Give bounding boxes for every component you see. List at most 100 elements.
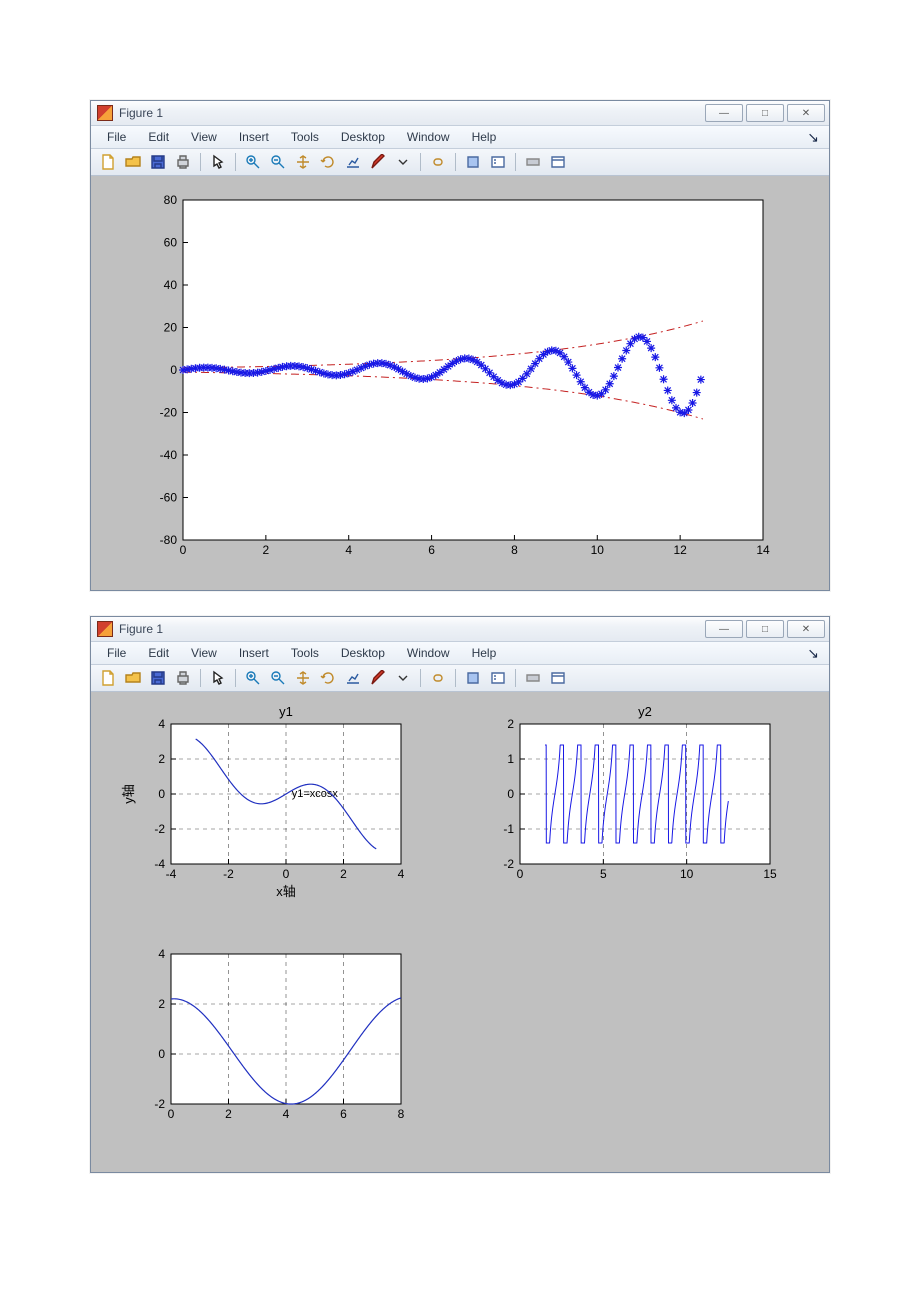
rotate-icon[interactable]: [317, 151, 339, 173]
menu-chevron-icon[interactable]: ↘: [797, 642, 823, 665]
svg-text:15: 15: [763, 867, 777, 881]
svg-text:2: 2: [340, 867, 347, 881]
brush-icon[interactable]: [367, 151, 389, 173]
svg-text:-2: -2: [154, 1097, 165, 1111]
svg-text:4: 4: [345, 543, 352, 557]
zoom-out-icon[interactable]: [267, 667, 289, 689]
minimize-button[interactable]: —: [705, 104, 743, 122]
close-button[interactable]: ✕: [787, 620, 825, 638]
plot-area-1: 02468101214-80-60-40-20020406080: [91, 176, 829, 590]
menu-desktop[interactable]: Desktop: [331, 127, 397, 147]
menu-edit[interactable]: Edit: [138, 643, 181, 663]
figure-window-1: Figure 1 — □ ✕ File Edit View Insert Too…: [90, 100, 830, 591]
menubar: File Edit View Insert Tools Desktop Wind…: [91, 642, 829, 665]
pointer-icon[interactable]: [207, 667, 229, 689]
menu-insert[interactable]: Insert: [229, 127, 281, 147]
menu-file[interactable]: File: [97, 643, 138, 663]
zoom-in-icon[interactable]: [242, 151, 264, 173]
svg-text:2: 2: [507, 717, 514, 731]
close-button[interactable]: ✕: [787, 104, 825, 122]
hide-icon[interactable]: [522, 667, 544, 689]
svg-text:60: 60: [164, 236, 178, 250]
svg-text:x轴: x轴: [276, 884, 296, 899]
titlebar[interactable]: Figure 1 — □ ✕: [91, 617, 829, 642]
data-cursor-icon[interactable]: [342, 151, 364, 173]
svg-text:0: 0: [180, 543, 187, 557]
new-file-icon[interactable]: [97, 667, 119, 689]
menu-tools[interactable]: Tools: [281, 127, 331, 147]
hide-icon[interactable]: [522, 151, 544, 173]
open-icon[interactable]: [122, 667, 144, 689]
open-icon[interactable]: [122, 151, 144, 173]
colorbar-icon[interactable]: [462, 151, 484, 173]
toolbar: [91, 149, 829, 176]
svg-text:4: 4: [398, 867, 405, 881]
axes-2-topleft: y1-4-2024-4-2024x轴y轴y1=xcosx: [111, 702, 421, 912]
svg-text:6: 6: [340, 1107, 347, 1121]
print-icon[interactable]: [172, 667, 194, 689]
menu-help[interactable]: Help: [462, 643, 509, 663]
svg-text:-2: -2: [503, 857, 514, 871]
brush-icon[interactable]: [367, 667, 389, 689]
dock-icon[interactable]: [547, 151, 569, 173]
svg-text:4: 4: [283, 1107, 290, 1121]
maximize-button[interactable]: □: [746, 104, 784, 122]
data-cursor-icon[interactable]: [342, 667, 364, 689]
new-file-icon[interactable]: [97, 151, 119, 173]
save-icon[interactable]: [147, 667, 169, 689]
colorbar-icon[interactable]: [462, 667, 484, 689]
svg-text:5: 5: [600, 867, 607, 881]
svg-text:-80: -80: [160, 533, 178, 547]
maximize-button[interactable]: □: [746, 620, 784, 638]
pointer-icon[interactable]: [207, 151, 229, 173]
svg-text:-4: -4: [166, 867, 177, 881]
svg-text:14: 14: [756, 543, 770, 557]
svg-text:y轴: y轴: [121, 784, 136, 804]
pan-icon[interactable]: [292, 151, 314, 173]
menu-edit[interactable]: Edit: [138, 127, 181, 147]
svg-text:0: 0: [507, 787, 514, 801]
rotate-icon[interactable]: [317, 667, 339, 689]
menu-view[interactable]: View: [181, 127, 229, 147]
print-icon[interactable]: [172, 151, 194, 173]
dock-icon[interactable]: [547, 667, 569, 689]
menu-chevron-icon[interactable]: ↘: [797, 126, 823, 149]
link-icon[interactable]: [427, 667, 449, 689]
menu-desktop[interactable]: Desktop: [331, 643, 397, 663]
svg-text:0: 0: [517, 867, 524, 881]
dropdown-icon[interactable]: [392, 667, 414, 689]
svg-text:-2: -2: [223, 867, 234, 881]
menu-tools[interactable]: Tools: [281, 643, 331, 663]
axes-2-bottomleft: 02468-2024: [111, 942, 421, 1132]
svg-text:4: 4: [158, 717, 165, 731]
svg-text:10: 10: [680, 867, 694, 881]
legend-icon[interactable]: [487, 151, 509, 173]
svg-text:6: 6: [428, 543, 435, 557]
pan-icon[interactable]: [292, 667, 314, 689]
link-icon[interactable]: [427, 151, 449, 173]
titlebar[interactable]: Figure 1 — □ ✕: [91, 101, 829, 126]
menu-insert[interactable]: Insert: [229, 643, 281, 663]
svg-text:2: 2: [225, 1107, 232, 1121]
svg-text:8: 8: [398, 1107, 405, 1121]
menu-help[interactable]: Help: [462, 127, 509, 147]
svg-text:10: 10: [591, 543, 605, 557]
svg-text:80: 80: [164, 193, 178, 207]
menu-view[interactable]: View: [181, 643, 229, 663]
svg-text:12: 12: [673, 543, 687, 557]
toolbar: [91, 665, 829, 692]
legend-icon[interactable]: [487, 667, 509, 689]
menu-file[interactable]: File: [97, 127, 138, 147]
window-title: Figure 1: [119, 106, 702, 120]
zoom-in-icon[interactable]: [242, 667, 264, 689]
menu-window[interactable]: Window: [397, 643, 462, 663]
svg-text:4: 4: [158, 947, 165, 961]
svg-text:40: 40: [164, 278, 178, 292]
menu-window[interactable]: Window: [397, 127, 462, 147]
dropdown-icon[interactable]: [392, 151, 414, 173]
zoom-out-icon[interactable]: [267, 151, 289, 173]
minimize-button[interactable]: —: [705, 620, 743, 638]
save-icon[interactable]: [147, 151, 169, 173]
matlab-icon: [97, 621, 113, 637]
svg-text:1: 1: [507, 752, 514, 766]
